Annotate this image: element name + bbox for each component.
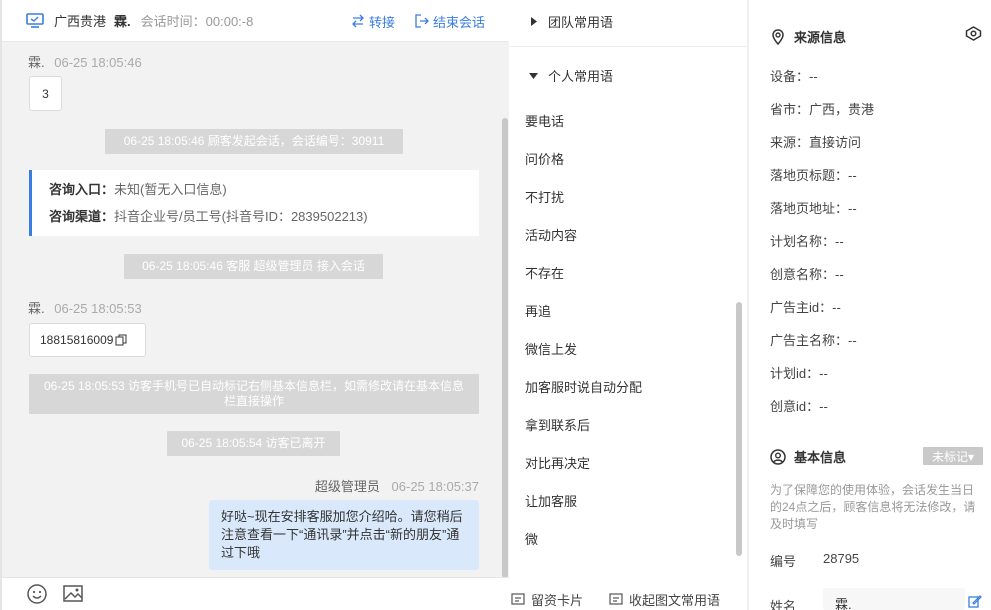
section-title-text: 来源信息 [794, 30, 847, 45]
customer-info-panel: 来源信息 设备：-- 省市：广西，贵港 来源：直接访问 落地页标题：-- 落地页… [748, 0, 991, 610]
message-text: 18815816009 [40, 333, 114, 347]
phrase-item[interactable]: 对比再决定 [525, 453, 590, 472]
landing-title-field: 落地页标题：-- [770, 168, 857, 183]
personal-phrases-group[interactable]: 个人常用语 [529, 66, 613, 85]
origin-field: 来源：直接访问 [770, 135, 862, 150]
number-value: 28795 [823, 551, 860, 566]
visitor-name: 霖. [114, 14, 131, 29]
edit-icon[interactable] [968, 594, 982, 608]
province-field: 省市：广西，贵港 [770, 102, 875, 117]
section-title-text: 基本信息 [794, 450, 847, 465]
plan-id-field: 计划id：-- [770, 366, 828, 381]
message-meta: 霖. 06-25 18:05:46 [28, 52, 142, 71]
message-time: 06-25 18:05:37 [391, 479, 479, 494]
phrase-item[interactable]: 微 [525, 529, 538, 548]
phrases-footer: 留资卡片 收起图文常用语 [509, 588, 748, 610]
user-icon [770, 448, 786, 465]
number-label: 编号 [770, 554, 797, 569]
phrase-item[interactable]: 不存在 [525, 263, 564, 282]
card-icon [609, 593, 623, 605]
message-text: 3 [42, 86, 49, 101]
image-icon[interactable] [62, 583, 84, 605]
phrase-item[interactable]: 问价格 [525, 149, 564, 168]
message-time: 06-25 18:05:53 [54, 301, 142, 316]
system-notice: 06-25 18:05:46 顾客发起会话，会话编号：30911 [105, 129, 403, 154]
consult-entry-value: 未知(暂无入口信息) [114, 182, 227, 197]
advertiser-id-field: 广告主id：-- [770, 300, 841, 315]
agent-message-bubble: 好哒~现在安排客服加您介绍哈。请您稍后注意查看一下“通讯录”并点击“新的朋友”通… [209, 500, 479, 570]
consult-channel-row: 咨询渠道：抖音企业号/员工号(抖音号ID：2839502213) [49, 209, 479, 236]
chat-panel: 广西贵港 霖. 会话时间：00:00:-8 转接 结束会话 霖. 06-25 1… [0, 0, 509, 610]
phrases-panel: 团队常用语 个人常用语 要电话 问价格 不打扰 活动内容 不存在 再追 微信上发… [509, 0, 748, 610]
caret-right-icon [529, 17, 538, 26]
consult-channel-label: 咨询渠道： [49, 209, 115, 224]
phrase-item[interactable]: 加客服时说自动分配 [525, 377, 642, 396]
message-text: 好哒~现在安排客服加您介绍哈。请您稍后注意查看一下“通讯录”并点击“新的朋友”通… [221, 509, 463, 560]
visitor-location: 广西贵港 [54, 14, 107, 29]
group-label: 个人常用语 [548, 69, 614, 84]
session-time: 会话时间：00:00:-8 [140, 14, 254, 29]
message-bubble: 3 [29, 76, 62, 111]
end-session-button[interactable]: 结束会话 [415, 12, 485, 31]
phrase-item[interactable]: 活动内容 [525, 225, 577, 244]
consult-info-card: 咨询入口：未知(暂无入口信息) 咨询渠道：抖音企业号/员工号(抖音号ID：283… [29, 170, 479, 236]
basic-section-title: 基本信息 [770, 447, 846, 466]
chat-header: 广西贵港 霖. 会话时间：00:00:-8 转接 结束会话 [2, 0, 509, 42]
visibility-icon[interactable] [965, 26, 982, 41]
caret-down-icon [529, 71, 538, 80]
landing-url-field: 落地页地址：-- [770, 201, 857, 216]
consult-entry-row: 咨询入口：未知(暂无入口信息) [49, 182, 479, 209]
phrase-item[interactable]: 不打扰 [525, 187, 564, 206]
creative-name-field: 创意名称：-- [770, 267, 844, 282]
consult-entry-label: 咨询入口： [49, 182, 115, 197]
emoji-icon[interactable] [26, 583, 48, 605]
plan-name-field: 计划名称：-- [770, 234, 844, 249]
system-notice: 06-25 18:05:53 访客手机号已自动标记右侧基本信息栏，如需修改请在基… [29, 374, 479, 414]
edit-notice: 为了保障您的使用体验，会话发生当日的24点之后，顾客信息将无法修改，请及时填写 [770, 483, 976, 531]
message-meta: 霖. 06-25 18:05:53 [28, 298, 142, 317]
sender-name: 霖. [28, 301, 45, 316]
message-list[interactable]: 霖. 06-25 18:05:46 3 06-25 18:05:46 顾客发起会… [2, 42, 509, 577]
device-field: 设备：-- [770, 69, 818, 84]
collapse-phrases-label: 收起图文常用语 [629, 592, 721, 608]
phrase-item[interactable]: 再追 [525, 301, 551, 320]
collapse-phrases-button[interactable]: 收起图文常用语 [609, 590, 720, 609]
message-time: 06-25 18:05:46 [54, 55, 142, 70]
message-bubble: 18815816009 [29, 323, 146, 357]
transfer-label: 转接 [368, 14, 395, 30]
end-session-label: 结束会话 [432, 14, 485, 30]
phrase-item[interactable]: 拿到联系后 [525, 415, 590, 434]
phrase-item[interactable]: 要电话 [525, 111, 564, 130]
phrase-item[interactable]: 微信上发 [525, 339, 577, 358]
sender-name: 霖. [28, 55, 45, 70]
name-field[interactable]: 霖. [823, 588, 965, 610]
system-notice: 06-25 18:05:46 客服 超级管理员 接入会话 [124, 254, 383, 279]
name-label: 姓名 [770, 599, 797, 610]
source-section-title: 来源信息 [770, 27, 846, 46]
copy-icon[interactable] [115, 334, 127, 346]
phrases-scrollbar[interactable] [736, 302, 742, 556]
group-label: 团队常用语 [548, 15, 614, 30]
location-pin-icon [772, 28, 784, 45]
chat-toolbar [2, 577, 509, 610]
team-phrases-group[interactable]: 团队常用语 [529, 12, 613, 31]
sender-name: 超级管理员 [314, 479, 380, 494]
monitor-icon [26, 12, 44, 29]
phrase-item[interactable]: 让加客服 [525, 491, 577, 510]
tag-dropdown[interactable]: 未标记▾ [923, 447, 983, 465]
transfer-button[interactable]: 转接 [351, 12, 395, 31]
system-notice: 06-25 18:05:54 访客已离开 [167, 431, 340, 456]
advertiser-name-field: 广告主名称：-- [770, 333, 857, 348]
message-meta: 超级管理员 06-25 18:05:37 [315, 476, 479, 495]
divider [509, 46, 748, 47]
consult-channel-value: 抖音企业号/员工号(抖音号ID：2839502213) [114, 209, 368, 224]
transfer-icon [352, 14, 364, 28]
exit-icon [415, 14, 429, 28]
card-icon [511, 593, 525, 605]
creative-id-field: 创意id：-- [770, 399, 828, 414]
lead-card-label: 留资卡片 [531, 592, 584, 608]
lead-card-button[interactable]: 留资卡片 [511, 590, 583, 609]
chat-scrollbar[interactable] [502, 118, 508, 577]
